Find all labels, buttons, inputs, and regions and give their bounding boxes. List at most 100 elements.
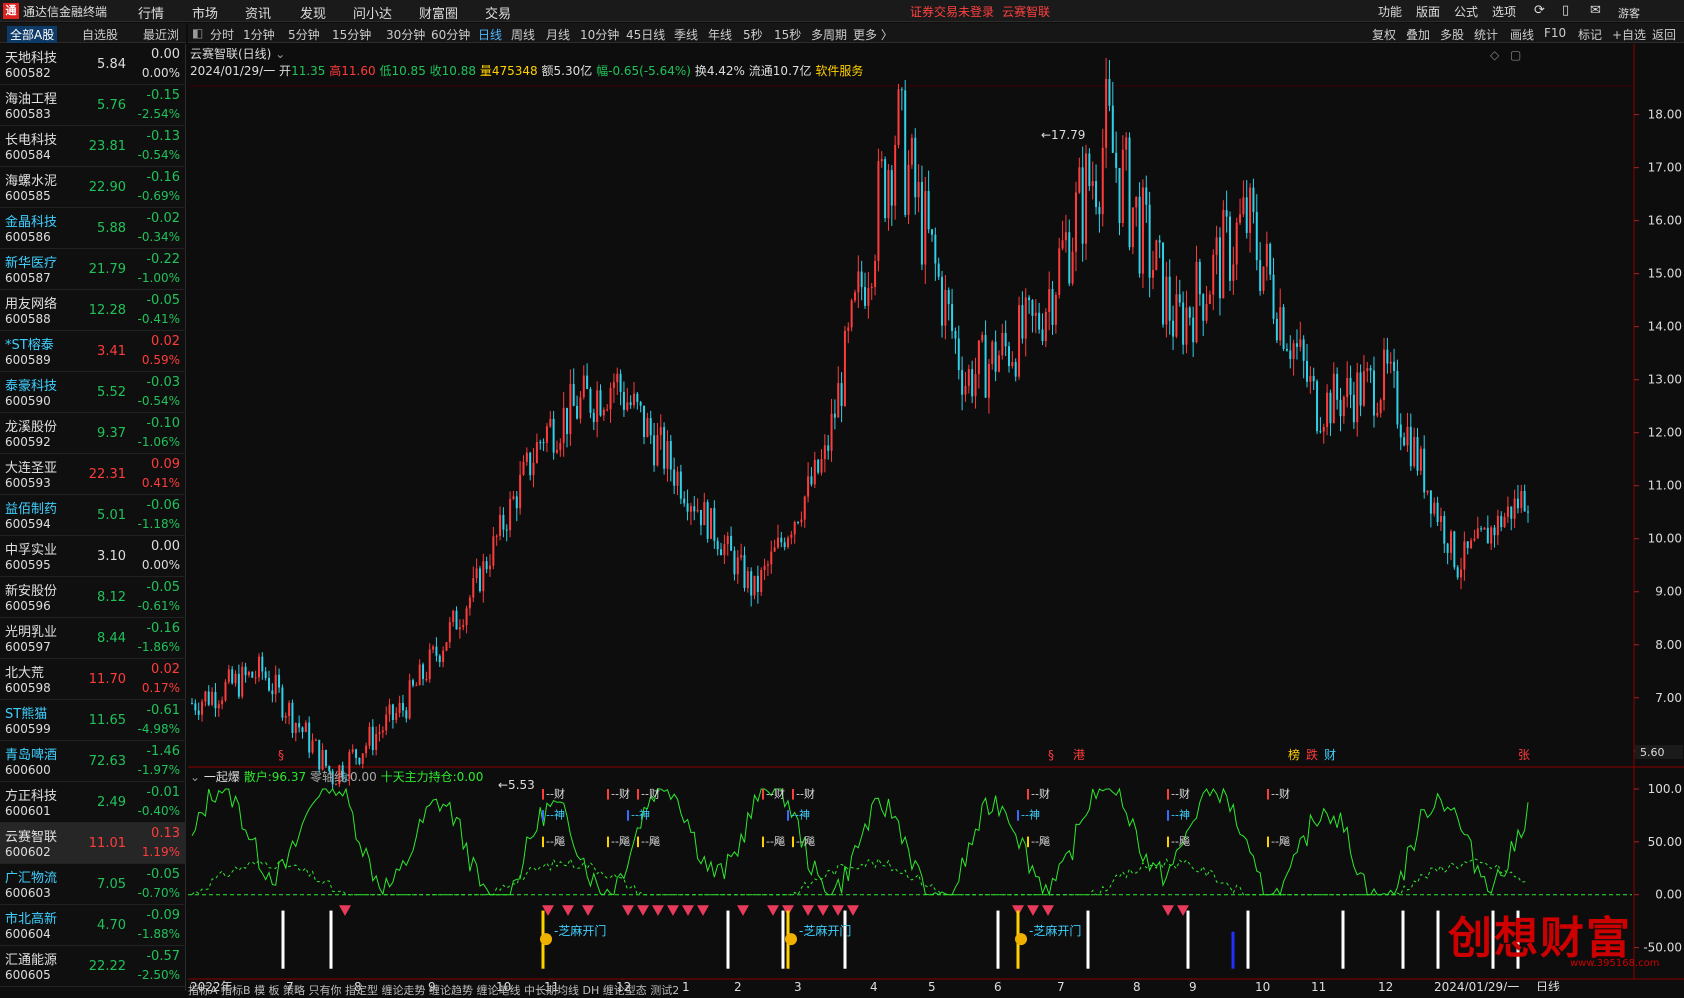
candle-body xyxy=(1198,261,1201,295)
stock-row[interactable]: 大连圣亚 600593 22.31 0.09 0.41% xyxy=(0,454,186,495)
period-intraday[interactable]: 分时 xyxy=(210,26,234,43)
stock-row[interactable]: 龙溪股份 600592 9.37 -0.10 -1.06% xyxy=(0,413,186,454)
stock-row[interactable]: ST熊猫 600599 11.65 -0.61 -4.98% xyxy=(0,700,186,741)
collapse-icon[interactable]: ◧ xyxy=(192,26,203,40)
menu-news[interactable]: 资讯 xyxy=(245,3,271,22)
close-label: 收 xyxy=(429,64,442,78)
bottom-indicator-tabs[interactable]: 指标A 指标B 模 板 策略 只有你 指定型 缠论走势 缠论趋势 缠论笔线 中长… xyxy=(188,982,679,998)
menu-formula[interactable]: 公式 xyxy=(1454,3,1478,20)
period-daily[interactable]: 日线 xyxy=(478,26,502,43)
indicator-name[interactable]: 一起爆 xyxy=(204,770,240,784)
stock-change-pct: -1.97% xyxy=(137,763,180,777)
period-monthly[interactable]: 月线 xyxy=(546,26,570,43)
stock-row[interactable]: 海油工程 600583 5.76 -0.15 -2.54% xyxy=(0,85,186,126)
stock-row[interactable]: 青岛啤酒 600600 72.63 -1.46 -1.97% xyxy=(0,741,186,782)
stock-row[interactable]: 金晶科技 600586 5.88 -0.02 -0.34% xyxy=(0,208,186,249)
period-15sec[interactable]: 15秒 xyxy=(774,26,801,43)
stock-row[interactable]: 新安股份 600596 8.12 -0.05 -0.61% xyxy=(0,577,186,618)
candle-body xyxy=(512,496,515,499)
period-45day[interactable]: 45日线 xyxy=(626,26,665,43)
stock-code: 600582 xyxy=(5,66,51,80)
candle-body xyxy=(1249,187,1252,233)
period-1min[interactable]: 1分钟 xyxy=(243,26,275,43)
tool-overlay[interactable]: 叠加 xyxy=(1406,26,1430,43)
period-weekly[interactable]: 周线 xyxy=(511,26,535,43)
tool-multi-stock[interactable]: 多股 xyxy=(1440,26,1464,43)
indicator-options-icon[interactable]: ⌄ xyxy=(190,770,200,784)
stock-row[interactable]: 益佰制药 600594 5.01 -0.06 -1.18% xyxy=(0,495,186,536)
period-5min[interactable]: 5分钟 xyxy=(288,26,320,43)
stock-change: 0.00 xyxy=(151,47,180,62)
tool-add-watch[interactable]: +自选 xyxy=(1612,26,1646,43)
candle-body xyxy=(499,514,502,536)
time-tick-label: 8 xyxy=(1133,980,1141,991)
period-multi[interactable]: 多周期 xyxy=(811,26,847,43)
refresh-icon[interactable]: ⟳ xyxy=(1534,3,1545,18)
tag-cai: --财 xyxy=(641,786,660,800)
tab-watchlist[interactable]: 自选股 xyxy=(82,26,118,43)
stock-row[interactable]: 用友网络 600588 12.28 -0.05 -0.41% xyxy=(0,290,186,331)
candle-body xyxy=(957,338,960,371)
period-more[interactable]: 更多 〉 xyxy=(853,26,893,43)
stock-row[interactable]: 北大荒 600598 11.70 0.02 0.17% xyxy=(0,659,186,700)
stock-row[interactable]: 云赛智联 600602 11.01 0.13 1.19% xyxy=(0,823,186,864)
tool-back[interactable]: 返回 xyxy=(1652,26,1676,43)
stock-row[interactable]: 中孚实业 600595 3.10 0.00 0.00% xyxy=(0,536,186,577)
stock-row[interactable]: 天地科技 600582 5.84 0.00 0.00% xyxy=(0,44,186,85)
period-15min[interactable]: 15分钟 xyxy=(332,26,371,43)
candle-body xyxy=(1262,266,1265,291)
tool-f10[interactable]: F10 xyxy=(1544,26,1566,40)
user-label[interactable]: 游客 xyxy=(1618,5,1640,21)
stock-row[interactable]: *ST榕泰 600589 3.41 0.02 0.59% xyxy=(0,331,186,372)
menu-options[interactable]: 选项 xyxy=(1492,3,1516,20)
menu-wealth[interactable]: 财富圈 xyxy=(419,3,458,22)
menu-market[interactable]: 市场 xyxy=(192,3,218,22)
menu-trade[interactable]: 交易 xyxy=(485,3,511,22)
stock-row[interactable]: 市北高新 600604 4.70 -0.09 -1.88% xyxy=(0,905,186,946)
stock-row[interactable]: 新华医疗 600587 21.79 -0.22 -1.00% xyxy=(0,249,186,290)
candle-body xyxy=(1419,448,1422,471)
stock-row[interactable]: 光明乳业 600597 8.44 -0.16 -1.86% xyxy=(0,618,186,659)
tool-draw[interactable]: 画线 xyxy=(1510,26,1534,43)
candle-body xyxy=(478,568,481,592)
period-10min[interactable]: 10分钟 xyxy=(580,26,619,43)
period-5sec[interactable]: 5秒 xyxy=(743,26,763,43)
candle-body xyxy=(586,375,589,389)
stock-price: 5.01 xyxy=(97,508,126,523)
candle-body xyxy=(837,383,840,418)
menu-ask[interactable]: 问小达 xyxy=(353,3,392,22)
chart-options-icon[interactable]: ⌄ xyxy=(275,47,285,61)
candle-body xyxy=(381,730,384,733)
login-warning[interactable]: 证券交易未登录 xyxy=(910,3,994,20)
time-tick-label: 10 xyxy=(1255,980,1270,991)
candle-body xyxy=(686,503,689,512)
stock-row[interactable]: 长电科技 600584 23.81 -0.13 -0.54% xyxy=(0,126,186,167)
range-label: 幅 xyxy=(596,64,609,78)
stock-row[interactable]: 汇通能源 600605 22.22 -0.57 -2.50% xyxy=(0,946,186,987)
candle-body xyxy=(465,608,468,626)
stock-row[interactable]: 广汇物流 600603 7.05 -0.05 -0.70% xyxy=(0,864,186,905)
kline-chart[interactable]: 18.0017.0016.0015.0014.0013.0012.0011.00… xyxy=(188,44,1684,991)
tool-stats[interactable]: 统计 xyxy=(1474,26,1498,43)
message-icon[interactable]: ✉ xyxy=(1590,3,1601,18)
candle-body xyxy=(324,750,327,766)
tool-adjust[interactable]: 复权 xyxy=(1372,26,1396,43)
phone-icon[interactable]: ▯ xyxy=(1562,3,1569,18)
stock-row[interactable]: 泰豪科技 600590 5.52 -0.03 -0.54% xyxy=(0,372,186,413)
period-30min[interactable]: 30分钟 xyxy=(386,26,425,43)
tab-all-a-shares[interactable]: 全部A股 xyxy=(7,26,58,43)
candle-body xyxy=(388,704,391,715)
period-60min[interactable]: 60分钟 xyxy=(431,26,470,43)
sector-link[interactable]: 软件服务 xyxy=(815,64,863,78)
stock-row[interactable]: 方正科技 600601 2.49 -0.01 -0.40% xyxy=(0,782,186,823)
menu-function[interactable]: 功能 xyxy=(1378,3,1402,20)
menu-layout[interactable]: 版面 xyxy=(1416,3,1440,20)
stock-row[interactable]: 海螺水泥 600585 22.90 -0.16 -0.69% xyxy=(0,167,186,208)
period-yearly[interactable]: 年线 xyxy=(708,26,732,43)
tool-mark[interactable]: 标记 xyxy=(1578,26,1602,43)
candle-body xyxy=(435,646,438,656)
menu-discover[interactable]: 发现 xyxy=(300,3,326,22)
menu-quotes[interactable]: 行情 xyxy=(138,3,164,22)
period-quarterly[interactable]: 季线 xyxy=(674,26,698,43)
candle-body xyxy=(1131,207,1134,248)
